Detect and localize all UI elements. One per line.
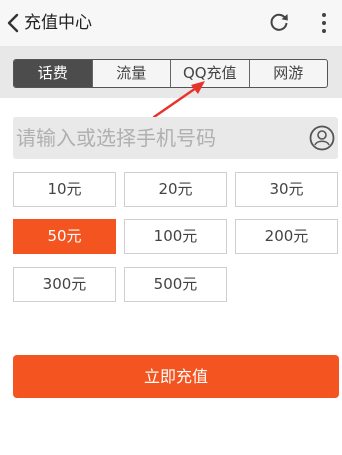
amount-option[interactable]: 30元 xyxy=(235,172,338,207)
amount-option[interactable]: 10元 xyxy=(13,172,116,207)
amount-option[interactable]: 20元 xyxy=(124,172,227,207)
phone-input-placeholder: 请输入或选择手机号码 xyxy=(16,126,216,150)
annotation-arrow-icon xyxy=(152,81,205,119)
contact-icon[interactable] xyxy=(309,125,335,151)
more-vertical-icon[interactable] xyxy=(320,11,328,35)
phone-number-input[interactable]: 请输入或选择手机号码 xyxy=(13,117,338,159)
refresh-icon[interactable] xyxy=(268,11,290,33)
amount-option[interactable]: 500元 xyxy=(124,267,227,302)
amount-option-selected[interactable]: 50元 xyxy=(13,219,116,254)
tab-games[interactable]: 网游 xyxy=(248,60,328,87)
recharge-now-button[interactable]: 立即充值 xyxy=(13,355,339,398)
amount-option[interactable]: 200元 xyxy=(235,219,338,254)
amount-option[interactable]: 100元 xyxy=(124,219,227,254)
amount-option[interactable]: 300元 xyxy=(13,267,116,302)
tab-phone-credit[interactable]: 话费 xyxy=(14,60,92,87)
back-chevron-icon[interactable] xyxy=(6,13,20,33)
page-title: 充值中心 xyxy=(24,13,92,33)
top-bar: 充值中心 xyxy=(0,0,342,46)
